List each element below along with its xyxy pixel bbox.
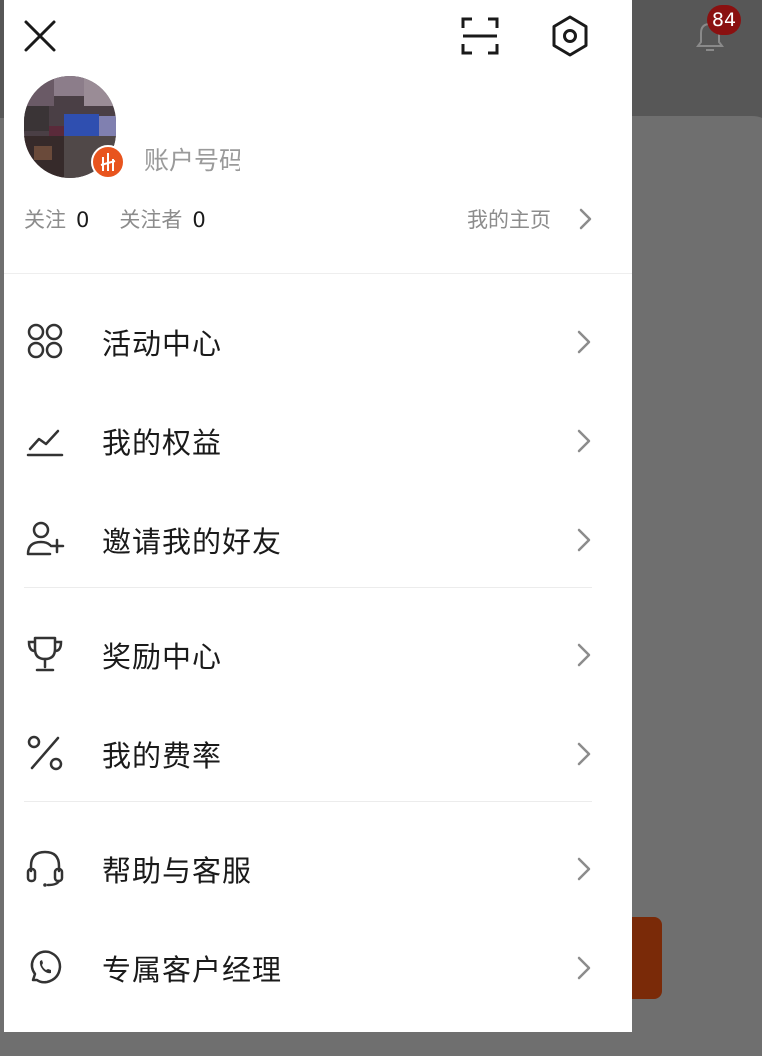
chevron-right-icon (577, 643, 591, 667)
section-divider (24, 587, 592, 588)
menu-item-rewards-center[interactable]: 奖励中心 (4, 609, 632, 699)
followers-label[interactable]: 关注者 (119, 208, 182, 232)
user-add-icon (26, 521, 65, 556)
following-count[interactable]: 0 (76, 208, 89, 232)
menu-item-label: 我的费率 (102, 739, 223, 773)
follow-stats: 关注 0 关注者 0 (24, 204, 236, 234)
whatsapp-icon (30, 950, 62, 984)
menu-item-label: 邀请我的好友 (102, 525, 283, 559)
background-content-card (620, 116, 762, 1056)
close-icon[interactable] (22, 18, 58, 54)
chevron-right-icon (577, 857, 591, 881)
side-drawer: 账户号码 关注 0 关注者 0 我的主页 活动中心 我的权益 邀请我的好友 奖励… (4, 0, 632, 1032)
trend-chart-icon (26, 429, 64, 457)
menu-item-help-support[interactable]: 帮助与客服 (4, 823, 632, 913)
scan-icon[interactable] (460, 16, 500, 56)
menu-item-my-fees[interactable]: 我的费率 (4, 708, 632, 798)
header-divider (4, 273, 632, 274)
chevron-right-icon (577, 330, 591, 354)
settings-icon[interactable] (548, 14, 592, 58)
percent-icon (27, 735, 63, 771)
section-divider (24, 801, 592, 802)
menu-item-label: 活动中心 (102, 327, 223, 361)
menu-item-label: 奖励中心 (102, 640, 223, 674)
chevron-right-icon (577, 742, 591, 766)
menu-item-my-benefits[interactable]: 我的权益 (4, 395, 632, 485)
my-homepage-link[interactable]: 我的主页 (467, 204, 551, 234)
headset-icon (26, 850, 64, 887)
menu-item-label: 帮助与客服 (102, 854, 253, 888)
menu-item-label: 专属客户经理 (102, 953, 283, 987)
notification-badge: 84 (707, 5, 741, 35)
followers-count[interactable]: 0 (192, 208, 205, 232)
verified-badge-icon (91, 145, 125, 179)
menu-item-invite-friends[interactable]: 邀请我的好友 (4, 494, 632, 584)
apps-icon (27, 323, 63, 359)
chevron-right-icon (577, 528, 591, 552)
menu-item-activity-center[interactable]: 活动中心 (4, 296, 632, 386)
menu-item-label: 我的权益 (102, 426, 223, 460)
account-id[interactable]: 账户号码 (144, 141, 240, 177)
chevron-right-icon (579, 208, 592, 230)
chevron-right-icon (577, 429, 591, 453)
trophy-icon (27, 636, 63, 672)
menu-item-account-manager[interactable]: 专属客户经理 (4, 922, 632, 1012)
chevron-right-icon (577, 956, 591, 980)
background-action-button (632, 917, 662, 999)
following-label[interactable]: 关注 (24, 208, 66, 232)
